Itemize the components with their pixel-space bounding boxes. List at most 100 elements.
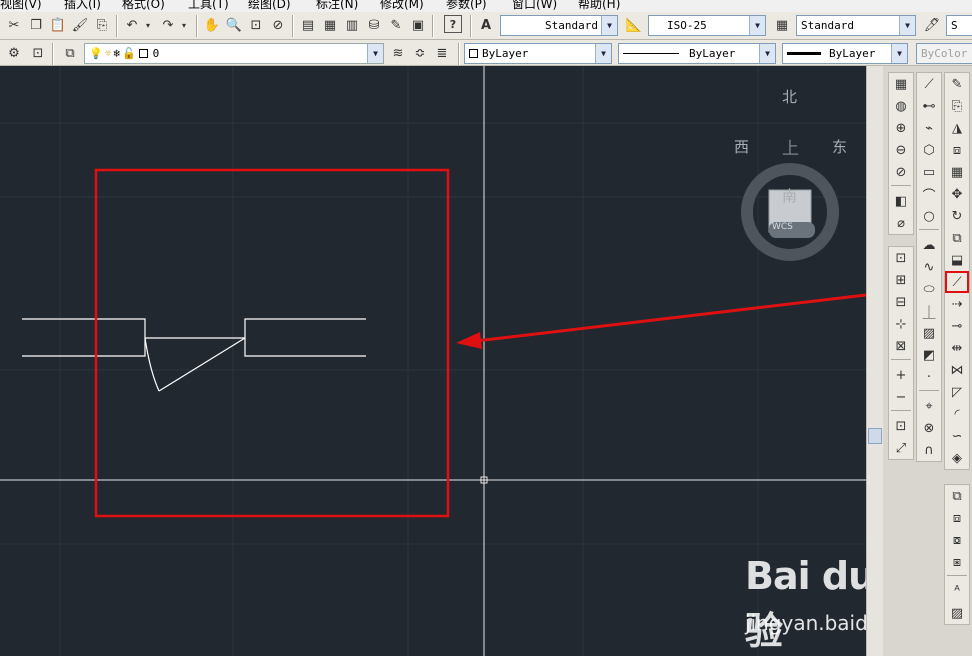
menu-window[interactable]: 窗口(W) [512, 0, 557, 12]
polygon-icon[interactable]: ⬡ [917, 139, 941, 161]
lineweight-select[interactable]: ByLayer ▼ [782, 43, 908, 64]
text-to-front-icon[interactable]: ᴬ [945, 580, 969, 602]
menu-help[interactable]: 帮助(H) [578, 0, 620, 12]
point-icon[interactable]: · [917, 366, 941, 388]
layer-properties-icon[interactable]: ⧉ [60, 43, 80, 63]
zoom-dynamic-icon[interactable]: ⊞ [889, 269, 913, 291]
viewcube[interactable] [741, 163, 839, 261]
help-icon[interactable]: ? [444, 15, 462, 33]
table-style-icon[interactable]: ▦ [772, 15, 792, 35]
multileader-style-icon[interactable]: 🖊 [922, 15, 942, 35]
make-current-layer-icon[interactable]: ≋ [388, 43, 408, 63]
array-icon[interactable]: ▦ [945, 161, 969, 183]
extrude-icon[interactable]: ◧ [889, 190, 913, 212]
menu-parameter[interactable]: 参数(P) [446, 0, 487, 12]
rotate-icon[interactable]: ↻ [945, 205, 969, 227]
globe-remove-icon[interactable]: ⊖ [889, 139, 913, 161]
orbit-icon[interactable]: ⊘ [889, 161, 913, 183]
chevron-down-icon[interactable]: ▼ [891, 44, 907, 63]
chevron-down-icon[interactable]: ▼ [899, 16, 915, 35]
trim-icon[interactable]: ⟋ [945, 271, 969, 293]
drawing-canvas[interactable]: 北 南 东 西 上 WCS Bai du 经验 jingyan.baidu.co… [0, 66, 866, 656]
zoom-all-icon[interactable]: ⊡ [889, 415, 913, 437]
chevron-down-icon[interactable]: ▼ [595, 44, 611, 63]
insert-block-icon[interactable]: ⏊ [917, 300, 941, 322]
menu-dimension[interactable]: 标注(N) [316, 0, 358, 12]
chevron-down-icon[interactable]: ▼ [759, 44, 775, 63]
table-style-select[interactable]: Standard ▼ [796, 15, 916, 36]
menu-tools[interactable]: 工具(T) [188, 0, 229, 12]
zoom-realtime-icon[interactable]: 🔍 [224, 15, 244, 35]
zoom-out-icon[interactable]: − [889, 386, 913, 408]
zoom-scale-icon[interactable]: ⊟ [889, 291, 913, 313]
match-properties-icon[interactable]: 🖌 [70, 15, 90, 35]
cut-icon[interactable]: ✂ [4, 15, 24, 35]
move-icon[interactable]: ✥ [945, 183, 969, 205]
mirror-icon[interactable]: ◮ [945, 117, 969, 139]
arc-icon[interactable]: ⌒ [917, 183, 941, 205]
text-style-icon[interactable]: A [476, 15, 496, 35]
multileader-style-select[interactable]: S [946, 15, 972, 36]
undo-dropdown-icon[interactable]: ▾ [142, 15, 154, 35]
send-under-icon[interactable]: ⧆ [945, 551, 969, 573]
chamfer-icon[interactable]: ◸ [945, 381, 969, 403]
break-at-point-icon[interactable]: ⊸ [945, 315, 969, 337]
line-icon[interactable]: ⟋ [917, 73, 941, 95]
offset-icon[interactable]: ⧈ [945, 139, 969, 161]
redo-icon[interactable]: ↷ [158, 15, 178, 35]
rectangle-icon[interactable]: ▭ [917, 161, 941, 183]
chevron-down-icon[interactable]: ▼ [749, 16, 765, 35]
viewcube-west-label[interactable]: 西 [734, 136, 749, 157]
scale-icon[interactable]: ⧉ [945, 227, 969, 249]
viewcube-top-face-label[interactable]: 上 [782, 134, 799, 159]
layer-state-icon[interactable]: ⊡ [28, 43, 48, 63]
undo-icon[interactable]: ↶ [122, 15, 142, 35]
menu-insert[interactable]: 插入(I) [64, 0, 101, 12]
menu-modify[interactable]: 修改(M) [380, 0, 424, 12]
viewcube-north-label[interactable]: 北 [782, 86, 797, 107]
zoom-extents-icon[interactable]: ⤢ [889, 437, 913, 459]
color-select[interactable]: ByLayer ▼ [464, 43, 612, 64]
extend-icon[interactable]: ⇢ [945, 293, 969, 315]
revcloud-icon[interactable]: ☁ [917, 234, 941, 256]
explode-icon[interactable]: ◈ [945, 447, 969, 469]
zoom-window-icon[interactable]: ⊡ [889, 247, 913, 269]
dim-style-select[interactable]: ISO-25 ▼ [648, 15, 766, 36]
menu-view[interactable]: 视图(V) [0, 0, 42, 12]
send-to-back-icon[interactable]: ⧈ [945, 507, 969, 529]
linetype-select[interactable]: ByLayer ▼ [618, 43, 776, 64]
vertical-scrollbar[interactable] [866, 66, 883, 656]
fillet-icon[interactable]: ◜ [945, 403, 969, 425]
zoom-object-icon[interactable]: ⊠ [889, 335, 913, 357]
text-style-select[interactable]: Standard ▼ [500, 15, 618, 36]
paste-icon[interactable]: 📋 [48, 15, 68, 35]
gear-icon[interactable]: ⚙ [4, 43, 24, 63]
spline-icon[interactable]: ∿ [917, 256, 941, 278]
snap-delete-icon[interactable]: ⊗ [917, 417, 941, 439]
zoom-previous-icon[interactable]: ⊘ [268, 15, 288, 35]
ellipse-icon[interactable]: ⬭ [917, 278, 941, 300]
bring-to-front-icon[interactable]: ⧉ [945, 485, 969, 507]
stretch-icon[interactable]: ⬓ [945, 249, 969, 271]
hatch-to-back-icon[interactable]: ▨ [945, 602, 969, 624]
quickcalc-icon[interactable]: ▣ [408, 15, 428, 35]
cylinder-delete-icon[interactable]: ⌀ [889, 212, 913, 234]
join-icon[interactable]: ⋈ [945, 359, 969, 381]
erase-icon[interactable]: ✎ [945, 73, 969, 95]
chevron-down-icon[interactable]: ▼ [367, 44, 383, 63]
hatch-icon[interactable]: ▨ [917, 322, 941, 344]
pan-hand-icon[interactable]: ✋ [202, 15, 222, 35]
properties-icon[interactable]: ▤ [298, 15, 318, 35]
blend-curves-icon[interactable]: ∽ [945, 425, 969, 447]
copy-icon[interactable]: ❐ [26, 15, 46, 35]
viewcube-south-label[interactable]: 南 [782, 185, 797, 206]
markup-icon[interactable]: ✎ [386, 15, 406, 35]
scrollbar-thumb[interactable] [868, 428, 882, 444]
layer-previous-icon[interactable]: ≎ [410, 43, 430, 63]
snap-icon[interactable]: ⌖ [917, 395, 941, 417]
box-icon[interactable]: ▦ [889, 73, 913, 95]
zoom-window-icon[interactable]: ⊡ [246, 15, 266, 35]
bring-above-icon[interactable]: ⧇ [945, 529, 969, 551]
block-editor-icon[interactable]: ⎘ [92, 15, 112, 35]
sheet-set-icon[interactable]: ⛁ [364, 15, 384, 35]
